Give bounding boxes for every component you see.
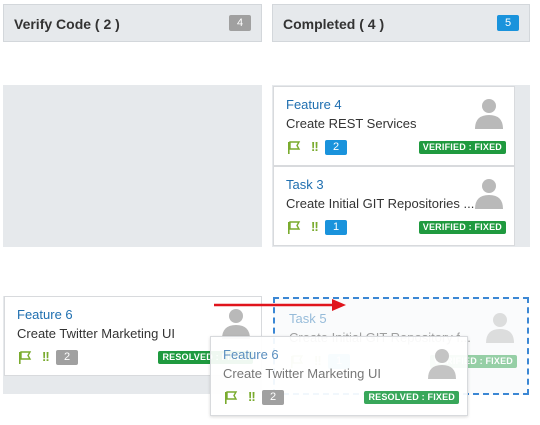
story-points-badge: 2 — [56, 350, 78, 365]
user-avatar-icon — [428, 349, 456, 379]
status-badge: VERIFIED : FIXED — [418, 221, 506, 234]
column-title: Verify Code ( 2 ) — [14, 16, 120, 32]
column-count-badge: 5 — [497, 15, 519, 31]
story-points-badge: 2 — [325, 140, 347, 155]
column-title: Completed ( 4 ) — [283, 16, 385, 32]
flag-icon[interactable] — [224, 391, 238, 405]
story-points-badge: 2 — [262, 390, 284, 405]
status-badge: VERIFIED : FIXED — [418, 141, 506, 154]
drag-arrow-icon — [214, 299, 346, 311]
priority-icon[interactable]: !! — [311, 139, 319, 154]
card-title-link[interactable]: Feature 6 — [223, 347, 279, 362]
card-title-link[interactable]: Task 5 — [289, 311, 327, 326]
user-avatar-icon — [475, 99, 503, 129]
priority-icon[interactable]: !! — [311, 219, 319, 234]
flag-icon[interactable] — [18, 351, 32, 365]
card-title-link[interactable]: Feature 4 — [286, 97, 342, 112]
flag-icon[interactable] — [287, 221, 301, 235]
flag-icon[interactable] — [287, 141, 301, 155]
card-title-link[interactable]: Feature 6 — [17, 307, 73, 322]
card-description: Create Twitter Marketing UI — [223, 366, 381, 381]
story-points-badge: 1 — [325, 220, 347, 235]
priority-icon[interactable]: !! — [248, 389, 256, 404]
card-description: Create Initial GIT Repositories ... — [286, 196, 475, 211]
card-description: Create Twitter Marketing UI — [17, 326, 175, 341]
user-avatar-icon — [486, 313, 514, 343]
verify-code-lane-empty — [3, 85, 262, 247]
status-badge: RESOLVED : FIXED — [364, 391, 459, 404]
column-header-completed[interactable]: Completed ( 4 ) 5 — [272, 4, 530, 42]
card-title-link[interactable]: Task 3 — [286, 177, 324, 192]
task-card-task-3[interactable]: Task 3 Create Initial GIT Repositories .… — [273, 166, 515, 246]
column-header-verify-code[interactable]: Verify Code ( 2 ) 4 — [3, 4, 262, 42]
card-description: Create REST Services — [286, 116, 417, 131]
task-card-feature-4[interactable]: Feature 4 Create REST Services !! 2 VERI… — [273, 86, 515, 166]
priority-icon[interactable]: !! — [42, 349, 50, 364]
dragged-card-feature-6[interactable]: Feature 6 Create Twitter Marketing UI !!… — [210, 336, 468, 416]
user-avatar-icon — [475, 179, 503, 209]
column-count-badge: 4 — [229, 15, 251, 31]
